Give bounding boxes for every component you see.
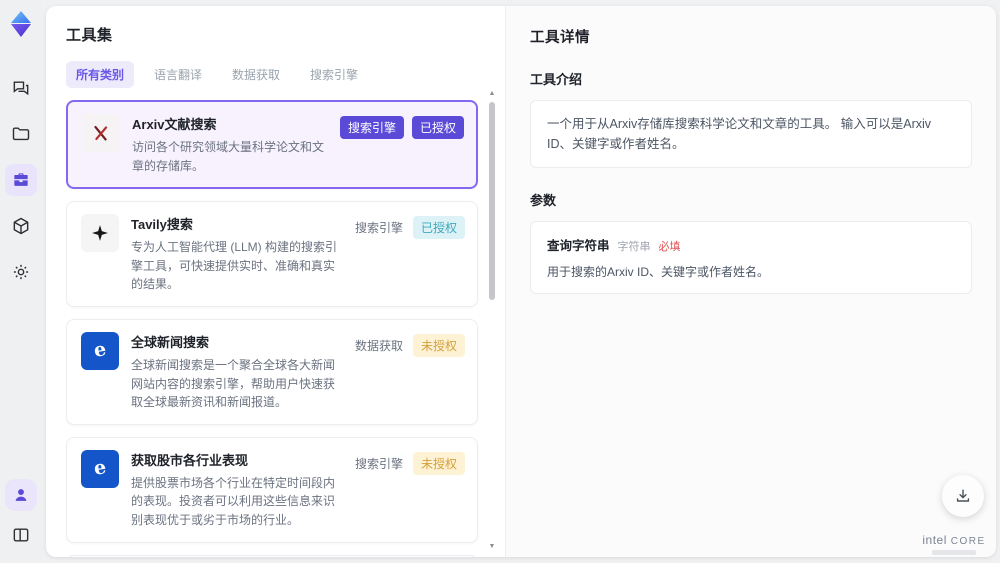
brand-underline xyxy=(932,550,976,555)
arxiv-icon xyxy=(82,114,120,152)
tool-card-global-news[interactable]: e 全球新闻搜索 全球新闻搜索是一个聚合全球各大新闻网站内容的搜索引擎，帮助用户… xyxy=(66,318,478,425)
intro-text: 一个用于从Arxiv存储库搜索科学论文和文章的工具。 输入可以是Arxiv ID… xyxy=(547,117,932,151)
tool-list-panel: 工具集 所有类别 语言翻译 数据获取 搜索引擎 Arxiv文献搜索 访问各个研究… xyxy=(46,6,505,557)
download-icon xyxy=(956,489,970,502)
param-type: 字符串 xyxy=(617,241,651,253)
download-button[interactable] xyxy=(942,475,984,517)
tool-description: 访问各个研究领域大量科学论文和文章的存储库。 xyxy=(132,140,325,173)
news-search-icon: e xyxy=(81,449,119,488)
category-label: 数据获取 xyxy=(354,338,403,353)
parameter-card: 查询字符串 字符串 必填 用于搜索的Arxiv ID、关键字或作者姓名。 xyxy=(530,221,972,294)
param-description: 用于搜索的Arxiv ID、关键字或作者姓名。 xyxy=(547,265,770,279)
tool-details-panel: 工具详情 工具介绍 一个用于从Arxiv存储库搜索科学论文和文章的工具。 输入可… xyxy=(505,6,996,557)
panel-toggle-icon[interactable] xyxy=(5,519,37,551)
tab-data-fetching[interactable]: 数据获取 xyxy=(222,61,290,88)
tool-description: 全球新闻搜索是一个聚合全球各大新闻网站内容的搜索引擎，帮助用户快速获取全球最新资… xyxy=(131,357,336,410)
tool-card-active-stocks[interactable]: e 获取市场最活跃股票信息 提供当天交易量最高的股票列表。投资者可以利用这些信息… xyxy=(66,554,478,557)
params-heading: 参数 xyxy=(530,193,557,208)
intel-brand-text: intel xyxy=(922,533,947,547)
toolbox-icon[interactable] xyxy=(5,164,37,196)
tool-card-tavily[interactable]: Tavily搜索 专为人工智能代理 (LLM) 构建的搜索引擎工具，可快速提供实… xyxy=(66,201,478,307)
scrollbar-thumb[interactable] xyxy=(489,102,495,300)
tool-card-stock-industry[interactable]: e 获取股市各行业表现 提供股票市场各个行业在特定时间段内的表现。投资者可以利用… xyxy=(66,436,478,543)
folder-icon[interactable] xyxy=(5,118,37,150)
left-rail xyxy=(0,0,42,563)
auth-status-badge: 已授权 xyxy=(411,116,464,139)
tab-search-engine[interactable]: 搜索引擎 xyxy=(300,61,368,88)
auth-status-badge: 未授权 xyxy=(412,333,465,357)
user-icon[interactable] xyxy=(5,479,37,511)
sparkle-star-icon xyxy=(81,214,119,253)
tab-language-translation[interactable]: 语言翻译 xyxy=(144,61,212,88)
category-tabs: 所有类别 语言翻译 数据获取 搜索引擎 xyxy=(66,61,505,88)
main-card: 工具集 所有类别 语言翻译 数据获取 搜索引擎 Arxiv文献搜索 访问各个研究… xyxy=(46,6,996,557)
tool-name: 获取股市各行业表现 xyxy=(131,452,249,468)
tool-description: 提供股票市场各个行业在特定时间段内的表现。投资者可以利用这些信息来识别表现优于或… xyxy=(131,475,336,527)
tool-list: Arxiv文献搜索 访问各个研究领域大量科学论文和文章的存储库。 搜索引擎 已授… xyxy=(66,100,505,557)
tool-description: 专为人工智能代理 (LLM) 构建的搜索引擎工具，可快速提供实时、准确和真实的结… xyxy=(131,240,338,292)
app-logo-icon xyxy=(7,10,35,38)
scroll-down-arrow[interactable]: ▼ xyxy=(488,543,496,551)
news-search-icon: e xyxy=(81,331,119,370)
list-scrollbar[interactable]: ▲ ▼ xyxy=(487,90,497,551)
auth-status-badge: 已授权 xyxy=(412,216,465,240)
details-title: 工具详情 xyxy=(530,30,590,46)
param-required-flag: 必填 xyxy=(658,241,681,253)
category-label: 搜索引擎 xyxy=(354,456,403,471)
category-badge: 搜索引擎 xyxy=(339,116,404,139)
category-label: 搜索引擎 xyxy=(354,221,403,236)
intel-core-logo: intel CORE xyxy=(922,533,986,555)
intro-heading: 工具介绍 xyxy=(530,72,583,87)
tool-name: Tavily搜索 xyxy=(131,217,193,233)
tool-card-arxiv[interactable]: Arxiv文献搜索 访问各个研究领域大量科学论文和文章的存储库。 搜索引擎 已授… xyxy=(66,100,478,190)
settings-gear-icon[interactable] xyxy=(5,256,37,288)
page-title: 工具集 xyxy=(66,27,113,44)
scroll-up-arrow[interactable]: ▲ xyxy=(488,90,496,98)
tool-name: Arxiv文献搜索 xyxy=(132,117,217,132)
tab-all-categories[interactable]: 所有类别 xyxy=(66,61,135,88)
auth-status-badge: 未授权 xyxy=(412,451,465,475)
param-name: 查询字符串 xyxy=(547,239,610,253)
tool-name: 全球新闻搜索 xyxy=(131,334,210,350)
chat-icon[interactable] xyxy=(5,72,37,104)
cube-icon[interactable] xyxy=(5,210,37,242)
core-brand-text: CORE xyxy=(950,536,986,547)
